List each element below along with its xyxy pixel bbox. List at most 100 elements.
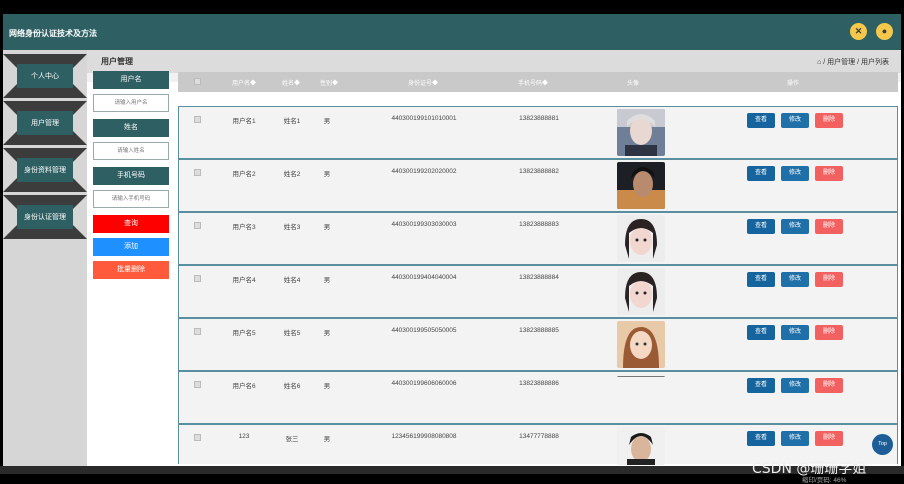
gender-cell: 男	[323, 383, 331, 390]
delete-button[interactable]: 删除	[815, 431, 843, 446]
edit-button[interactable]: 修改	[781, 325, 809, 340]
table-row: 用户名6 姓名6 男 440300199606060006 1382388888…	[178, 371, 898, 424]
phone-input[interactable]: 请输入手机号码	[93, 190, 169, 208]
name-cell: 姓名4	[283, 277, 301, 284]
avatar	[617, 215, 665, 262]
zoom-indicator: 缩印/页码: 46%	[802, 477, 847, 484]
avatar	[617, 162, 665, 209]
sidebar-item-identity-auth[interactable]: 身份认证管理	[3, 195, 87, 239]
phone-cell: 13823888883	[519, 221, 559, 228]
name-label: 姓名	[93, 119, 169, 137]
gender-cell: 男	[323, 436, 331, 443]
table-header: 用户名◆ 姓名◆ 性别◆ 身份证号◆ 手机号码◆ 头像 操作	[178, 72, 898, 92]
row-checkbox[interactable]	[194, 169, 201, 176]
column-header[interactable]: 性别◆	[316, 78, 342, 87]
query-button[interactable]: 查询	[93, 215, 169, 233]
row-checkbox[interactable]	[194, 328, 201, 335]
id-number-cell: 440300199606060006	[391, 380, 457, 387]
view-button[interactable]: 查看	[747, 431, 775, 446]
table-row: 用户名5 姓名5 男 440300199505050005 1382388888…	[178, 318, 898, 371]
edit-button[interactable]: 修改	[781, 166, 809, 181]
sidebar-item-user-management[interactable]: 用户管理	[3, 101, 87, 145]
avatar	[617, 427, 665, 465]
phone-cell: 13823888882	[519, 168, 559, 175]
delete-button[interactable]: 删除	[815, 378, 843, 393]
row-checkbox[interactable]	[194, 222, 201, 229]
name-cell: 姓名3	[283, 224, 301, 231]
username-cell: 用户名6	[232, 383, 256, 390]
username-cell: 用户名5	[232, 330, 256, 337]
edit-button[interactable]: 修改	[781, 113, 809, 128]
username-cell: 用户名4	[232, 277, 256, 284]
delete-button[interactable]: 删除	[815, 113, 843, 128]
sidebar-item-label: 用户管理	[31, 120, 59, 127]
phone-cell: 13823888884	[519, 274, 559, 281]
table-row: 用户名2 姓名2 男 440300199202020002 1382388888…	[178, 159, 898, 212]
avatar	[617, 109, 665, 156]
view-button[interactable]: 查看	[747, 378, 775, 393]
name-cell: 张三	[285, 436, 299, 443]
username-cell: 用户名3	[232, 224, 256, 231]
row-checkbox[interactable]	[194, 381, 201, 388]
gender-cell: 男	[323, 171, 331, 178]
view-button[interactable]: 查看	[747, 113, 775, 128]
sidebar-item-personal-center[interactable]: 个人中心	[3, 54, 87, 98]
view-button[interactable]: 查看	[747, 325, 775, 340]
sidebar-item-label: 身份资料管理	[24, 167, 66, 174]
column-header[interactable]: 手机号码◆	[508, 78, 558, 87]
delete-button[interactable]: 删除	[815, 325, 843, 340]
edit-button[interactable]: 修改	[781, 431, 809, 446]
delete-button[interactable]: 删除	[815, 272, 843, 287]
name-cell: 姓名1	[283, 118, 301, 125]
add-button[interactable]: 添加	[93, 238, 169, 256]
row-checkbox[interactable]	[194, 275, 201, 282]
column-header: 头像	[626, 81, 639, 87]
sidebar-item-label: 个人中心	[31, 73, 59, 80]
id-number-cell: 440300199202020002	[391, 168, 457, 175]
sidebar: 个人中心 用户管理 身份资料管理 身份认证管理	[3, 50, 87, 474]
view-button[interactable]: 查看	[747, 272, 775, 287]
row-checkbox[interactable]	[194, 434, 201, 441]
sidebar-item-identity-data[interactable]: 身份资料管理	[3, 148, 87, 192]
avatar	[617, 374, 665, 377]
column-header[interactable]: 身份证号◆	[378, 78, 468, 87]
phone-cell: 13823888886	[519, 380, 559, 387]
breadcrumb[interactable]: ⌂ / 用户管理 / 用户列表	[817, 57, 889, 67]
header-bar: 用户管理 ⌂ / 用户管理 / 用户列表	[87, 50, 901, 73]
edit-button[interactable]: 修改	[781, 272, 809, 287]
back-to-top-button[interactable]: Top	[872, 434, 893, 455]
gender-cell: 男	[323, 277, 331, 284]
sidebar-item-label: 身份认证管理	[24, 214, 66, 221]
gender-cell: 男	[323, 118, 331, 125]
name-input[interactable]: 请输入姓名	[93, 142, 169, 160]
page-title: 用户管理	[101, 57, 133, 66]
select-all-checkbox[interactable]	[194, 78, 201, 85]
batch-delete-button[interactable]: 批量删除	[93, 261, 169, 279]
username-cell: 123	[238, 433, 250, 440]
table-row: 用户名3 姓名3 男 440300199303030003 1382388888…	[178, 212, 898, 265]
delete-button[interactable]: 删除	[815, 166, 843, 181]
avatar	[617, 321, 665, 368]
phone-cell: 13823888885	[519, 327, 559, 334]
view-button[interactable]: 查看	[747, 166, 775, 181]
edit-button[interactable]: 修改	[781, 378, 809, 393]
gender-cell: 男	[323, 224, 331, 231]
table-row: 用户名4 姓名4 男 440300199404040004 1382388888…	[178, 265, 898, 318]
user-icon[interactable]: ●	[876, 23, 893, 40]
id-number-cell: 440300199404040004	[391, 274, 457, 281]
table-row: 用户名1 姓名1 男 440300199101010001 1382388888…	[178, 106, 898, 159]
phone-cell: 13477778888	[519, 433, 559, 440]
id-number-cell: 123456199908080808	[391, 433, 457, 440]
edit-button[interactable]: 修改	[781, 219, 809, 234]
username-cell: 用户名1	[232, 118, 256, 125]
username-input[interactable]: 请输入用户名	[93, 94, 169, 112]
delete-button[interactable]: 删除	[815, 219, 843, 234]
crosshair-icon[interactable]: ✕	[850, 23, 867, 40]
row-checkbox[interactable]	[194, 116, 201, 123]
column-header[interactable]: 用户名◆	[224, 78, 264, 87]
view-button[interactable]: 查看	[747, 219, 775, 234]
id-number-cell: 440300199101010001	[391, 115, 457, 122]
id-number-cell: 440300199505050005	[391, 327, 457, 334]
column-header[interactable]: 姓名◆	[276, 78, 306, 87]
name-cell: 姓名5	[283, 330, 301, 337]
